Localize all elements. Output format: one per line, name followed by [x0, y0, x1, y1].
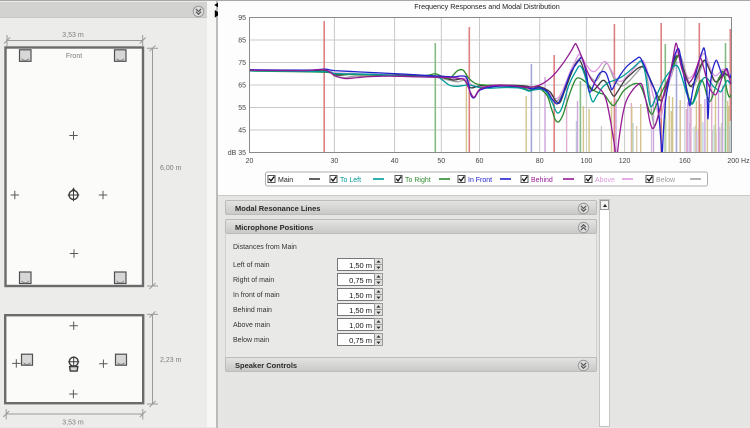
svg-text:dB 35: dB 35 — [228, 150, 246, 157]
svg-text:200 Hz: 200 Hz — [727, 158, 750, 165]
svg-text:100: 100 — [581, 158, 593, 165]
svg-text:To Right: To Right — [405, 177, 431, 184]
svg-text:40: 40 — [391, 158, 399, 165]
svg-text:Below: Below — [656, 177, 676, 184]
svg-text:95: 95 — [238, 15, 246, 22]
svg-text:120: 120 — [619, 158, 631, 165]
svg-text:3,53 m: 3,53 m — [62, 32, 84, 39]
svg-text:60: 60 — [476, 158, 484, 165]
svg-text:In Front: In Front — [468, 177, 492, 184]
svg-text:50: 50 — [437, 158, 445, 165]
svg-text:75: 75 — [238, 60, 246, 67]
svg-text:30: 30 — [331, 158, 339, 165]
svg-text:Above: Above — [595, 177, 615, 184]
svg-text:85: 85 — [238, 38, 246, 45]
svg-text:6,00 m: 6,00 m — [160, 165, 182, 172]
svg-text:Behind: Behind — [531, 177, 553, 184]
svg-text:55: 55 — [238, 105, 246, 112]
svg-text:Front: Front — [66, 53, 82, 60]
svg-text:160: 160 — [679, 158, 691, 165]
svg-text:45: 45 — [238, 128, 246, 135]
svg-text:To Left: To Left — [340, 177, 361, 184]
svg-text:2,23 m: 2,23 m — [160, 357, 182, 364]
svg-text:20: 20 — [246, 158, 254, 165]
svg-text:80: 80 — [536, 158, 544, 165]
svg-text:Main: Main — [278, 177, 293, 184]
svg-text:65: 65 — [238, 83, 246, 90]
svg-text:3,53 m: 3,53 m — [62, 420, 84, 427]
svg-text:Frequency Responses and Modal: Frequency Responses and Modal Distributi… — [414, 2, 559, 11]
